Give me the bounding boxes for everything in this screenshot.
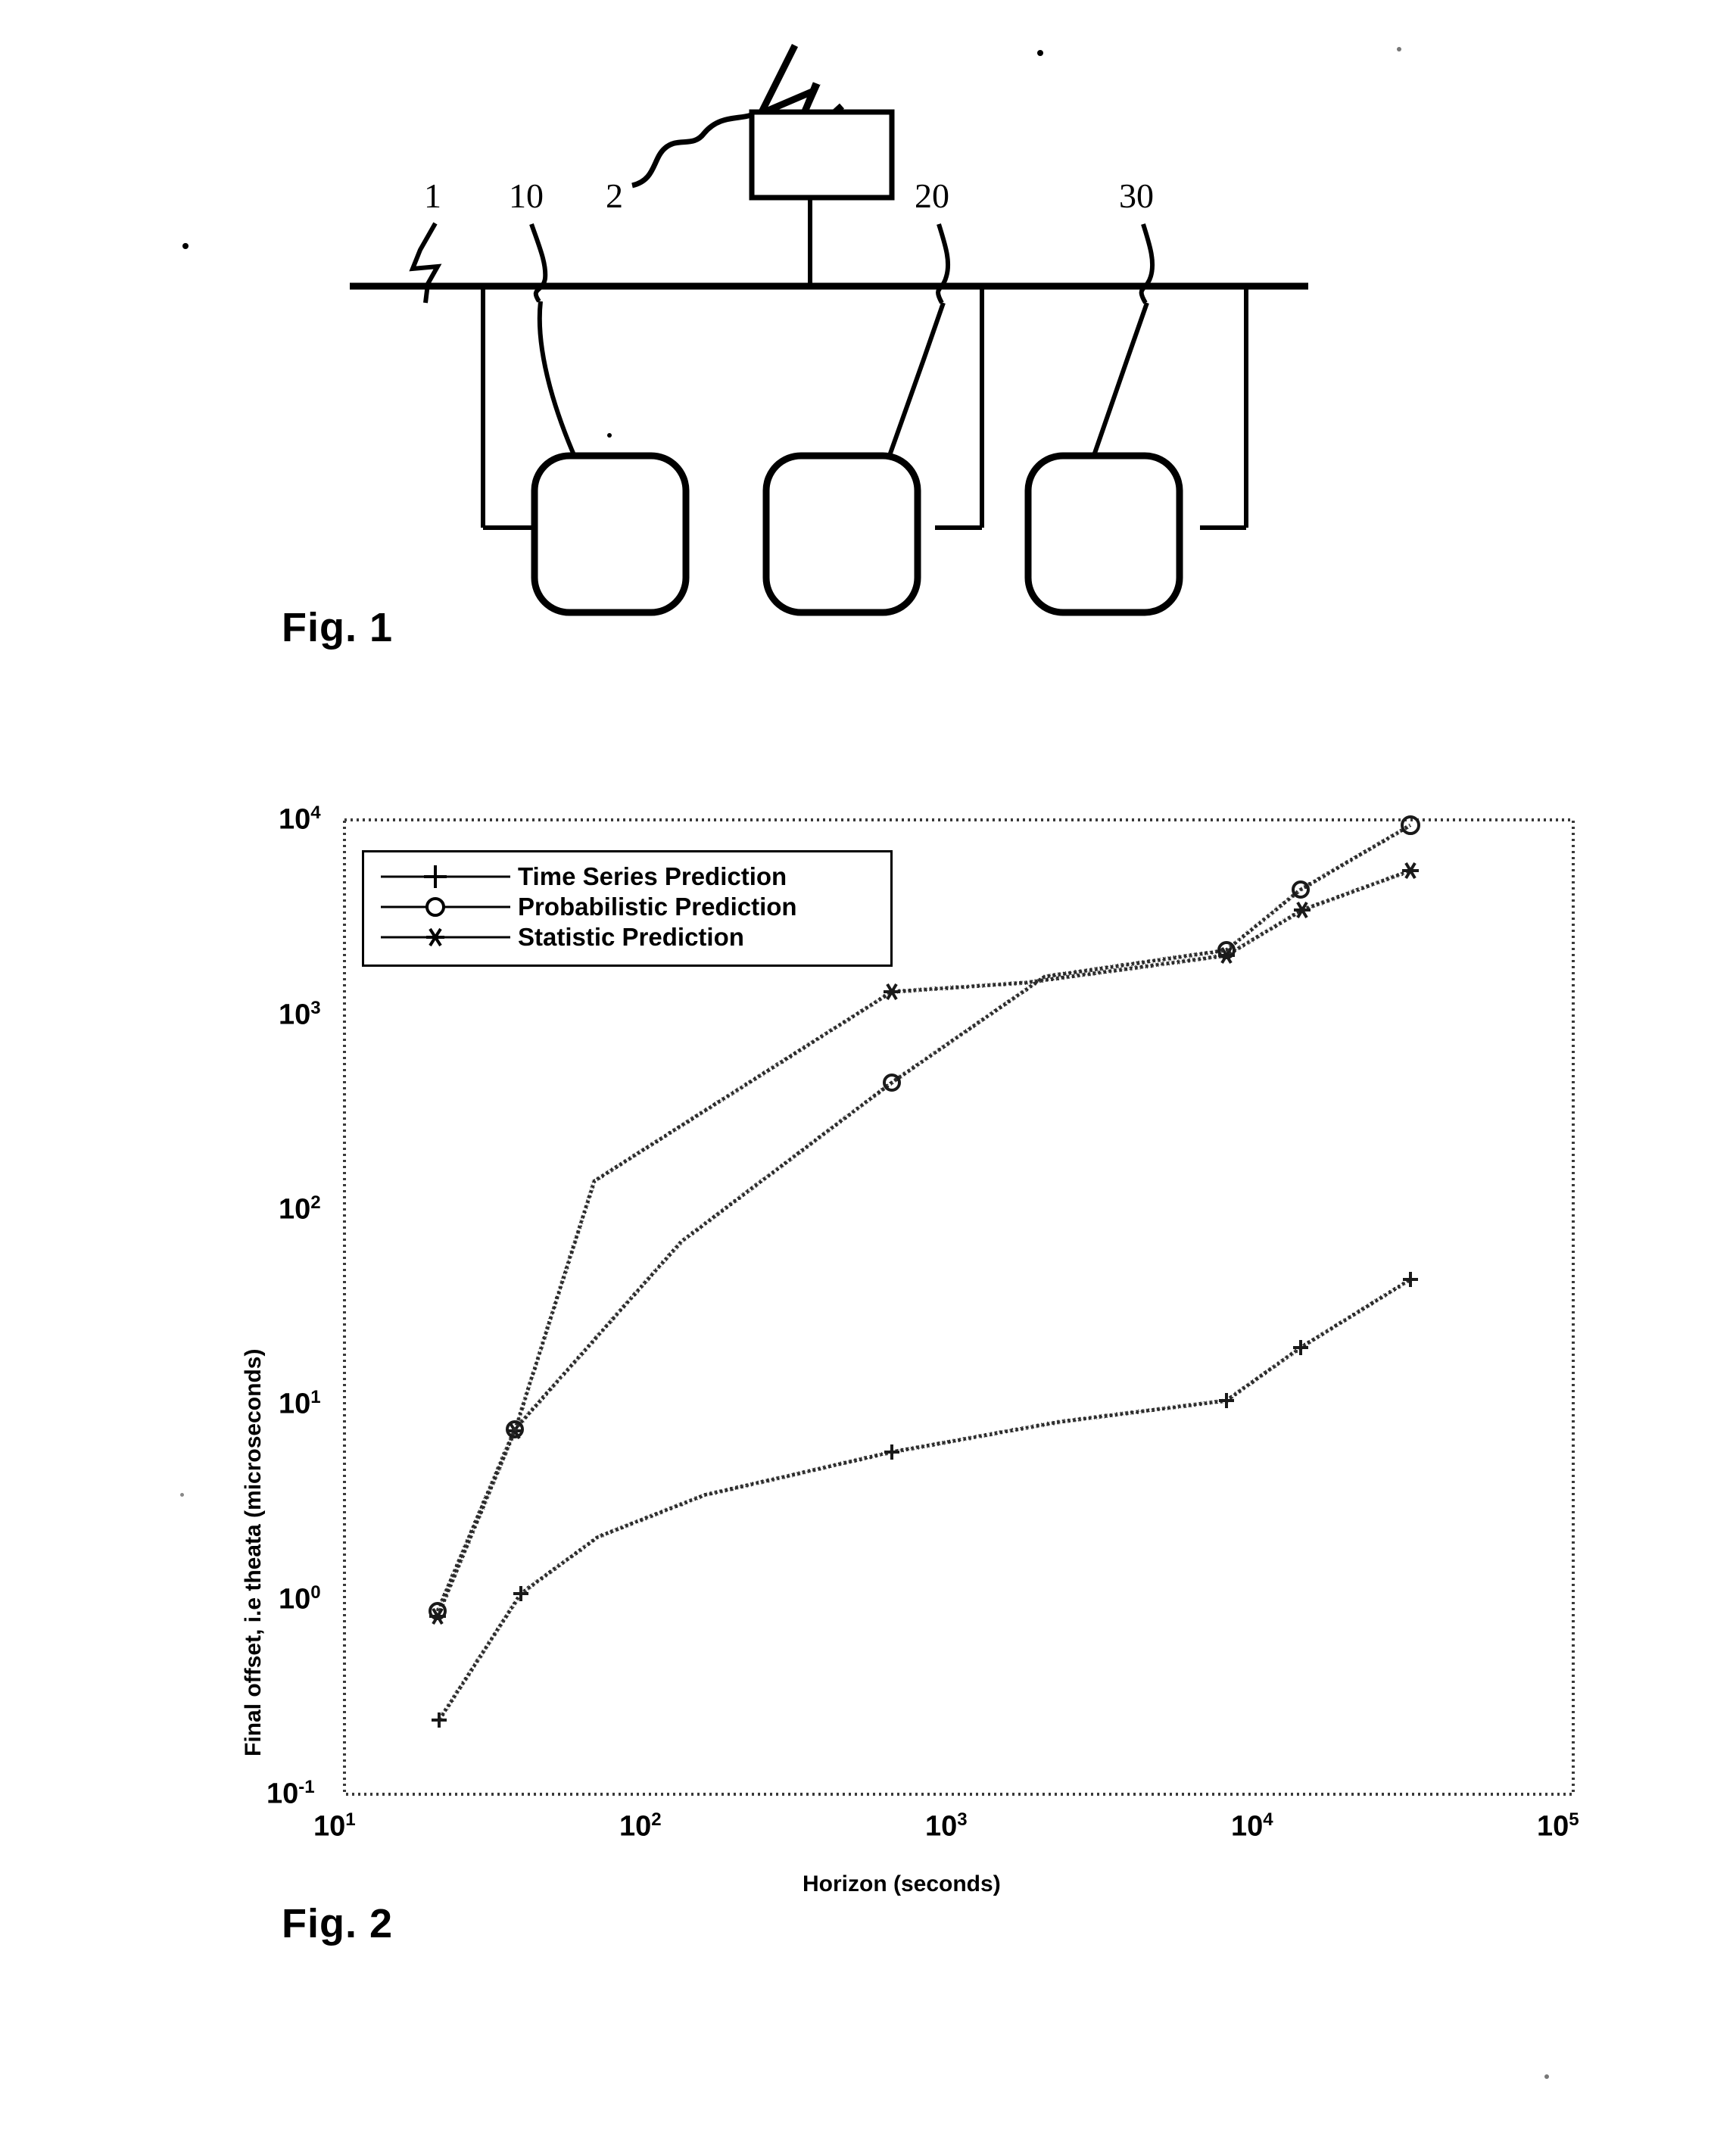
scan-speck <box>1544 2074 1549 2079</box>
scan-speck <box>180 1493 184 1497</box>
branch-line-node-3 <box>1200 286 1248 530</box>
figure-1-caption: Fig. 1 <box>282 605 394 650</box>
leader-ref-10 <box>529 223 548 303</box>
scan-speck <box>607 433 612 438</box>
statistic-prediction-markers <box>429 862 1419 1625</box>
scan-speck <box>182 243 189 249</box>
legend-item-0: Time Series Prediction <box>379 862 890 892</box>
branch-line-node-1 <box>481 286 538 530</box>
leader-ref-30 <box>1139 223 1155 304</box>
leader-ref-20-tail <box>885 302 946 463</box>
legend-item-2: Statistic Prediction <box>379 922 890 952</box>
figure-2: Final offset, i.e theata (microseconds) … <box>0 727 1736 2014</box>
time-series-prediction-markers <box>432 1272 1418 1728</box>
leader-ref-30-tail <box>1089 301 1149 463</box>
ref-numeral-20: 20 <box>915 176 949 215</box>
slave-node-box-2 <box>762 452 921 616</box>
legend-label-0: Time Series Prediction <box>518 862 787 890</box>
figure-1-drawing <box>182 43 1308 616</box>
asterisk-marker-icon <box>381 927 510 947</box>
chart-legend: Time Series Prediction Probabilistic Pre… <box>362 850 893 967</box>
slave-node-box-1 <box>531 452 690 616</box>
figure-1: 1 10 2 20 30 Fig. 1 <box>0 0 1736 681</box>
figure-2-caption: Fig. 2 <box>282 1901 394 1946</box>
legend-label-2: Statistic Prediction <box>518 923 744 951</box>
legend-label-1: Probabilistic Prediction <box>518 893 797 921</box>
leader-ref-20 <box>936 223 951 304</box>
master-clock-box <box>749 109 895 201</box>
circle-marker-icon <box>381 897 510 917</box>
ref-numeral-1: 1 <box>424 176 441 215</box>
leader-ref-2 <box>631 112 753 189</box>
slave-node-box-3 <box>1024 452 1183 616</box>
legend-item-1: Probabilistic Prediction <box>379 892 890 922</box>
ref-numeral-2: 2 <box>606 176 623 215</box>
ref-numeral-10: 10 <box>509 176 544 215</box>
scan-speck <box>1397 47 1401 51</box>
ref-numeral-30: 30 <box>1119 176 1154 215</box>
scan-speck <box>1037 50 1043 56</box>
leader-ref-10-tail <box>537 301 579 463</box>
series-time-series-prediction <box>437 1277 1412 1722</box>
leader-ref-1 <box>409 222 442 304</box>
branch-line-node-2 <box>935 286 984 530</box>
patent-drawing-page: 1 10 2 20 30 Fig. 1 Final offset, i.e th… <box>0 0 1736 2144</box>
plus-marker-icon <box>381 865 510 888</box>
series-statistic-prediction <box>435 868 1411 1617</box>
